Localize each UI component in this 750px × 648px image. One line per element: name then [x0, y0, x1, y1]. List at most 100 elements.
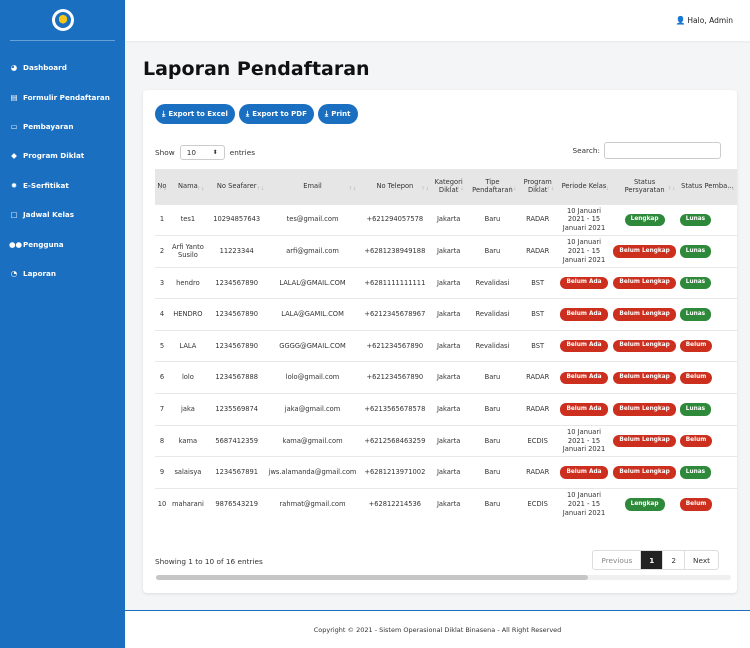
user-icon: 👤: [675, 16, 686, 25]
users-icon: ●●: [9, 239, 23, 249]
cell-tipe: Baru: [466, 203, 519, 236]
status-badge: Belum Ada: [560, 371, 608, 385]
cell-no: 9: [155, 456, 169, 489]
status-badge: Lunas: [679, 308, 712, 321]
sort-icon: ↑↓: [546, 186, 555, 193]
cell-no: 2: [155, 235, 169, 268]
sidebar-item-label: Formulir Pendaftaran: [23, 92, 110, 102]
cell-tipe: Revalidasi: [466, 329, 519, 362]
entries-select[interactable]: 10 ⬍: [179, 145, 225, 160]
download-icon: ⤓: [245, 109, 250, 118]
cell-email: LALAL@GMAIL.COM: [266, 266, 359, 299]
table-row[interactable]: 6 lolo 1234567888 lolo@gmail.com +6212345678…: [155, 361, 737, 394]
certificate-icon: ✹: [10, 180, 18, 190]
cell-nama: jaka: [168, 393, 207, 426]
cell-telepon: +6281111111111: [358, 266, 432, 299]
cell-seafarer: 1234567890: [206, 329, 267, 362]
table-row[interactable]: 7 jaka 1235569874 jaka@gmail.com +6213565678…: [155, 393, 737, 426]
cell-persyaratan: Belum Lengkap: [611, 298, 678, 331]
column-header[interactable]: No Telepon ↑↓: [358, 169, 432, 204]
column-header-label: Tipe Pendaftaran: [472, 177, 513, 195]
cell-nama: salaisya: [168, 456, 207, 489]
column-header[interactable]: Status Pemba... ↑↓: [677, 169, 737, 204]
cell-email: GGGG@GMAIL.COM: [266, 329, 359, 362]
pagination-page-1[interactable]: 1: [640, 551, 663, 569]
sidebar-item-program-diklat[interactable]: ◆ Program Diklat: [0, 141, 125, 170]
search-area: Search:: [572, 142, 721, 159]
cell-persyaratan: Belum Lengkap: [611, 424, 678, 457]
print-button[interactable]: ⤓ Print: [317, 104, 358, 124]
column-header-label: Periode Kelas: [561, 182, 607, 191]
table-row[interactable]: 8 kama 5687412359 kama@gmail.com +6212568463…: [155, 424, 737, 457]
user-menu[interactable]: 👤 Halo, Admin: [675, 16, 733, 25]
column-header[interactable]: No ↑↓: [155, 169, 169, 204]
pagination: Previous 1 2 Next: [592, 550, 719, 570]
cell-nama: kama: [168, 424, 207, 457]
column-header[interactable]: Program Diklat ↑↓: [518, 169, 557, 204]
cell-tipe: Revalidasi: [466, 266, 519, 299]
status-badge: Belum Lengkap: [613, 308, 676, 321]
sidebar-item-laporan[interactable]: ◔ Laporan: [0, 259, 125, 288]
logo-area: [10, 0, 115, 41]
column-header[interactable]: Email ↑↓: [266, 169, 359, 204]
table-row[interactable]: 1 tes1 10294857643 tes@gmail.com +6212940575…: [155, 203, 737, 236]
cell-periode: Belum Ada: [556, 329, 612, 362]
cell-tipe: Baru: [466, 393, 519, 426]
chart-pie-icon: ◔: [10, 268, 18, 278]
sort-icon: ↑↓: [726, 186, 735, 193]
sidebar-item-pengguna[interactable]: ●● Pengguna: [0, 229, 125, 258]
search-input[interactable]: [604, 142, 721, 159]
cell-no: 1: [155, 203, 169, 236]
status-badge: Belum Lengkap: [613, 371, 676, 385]
column-header[interactable]: Kategori Diklat ↑↓: [431, 169, 467, 204]
sidebar-item-label: Pengguna: [23, 239, 64, 249]
export-toolbar: ⤓ Export to Excel ⤓ Export to PDF ⤓ Print: [155, 104, 358, 124]
user-label: Halo, Admin: [687, 16, 733, 25]
sort-icon: ↑↓: [455, 186, 465, 193]
cell-kategori: Jakarta: [431, 298, 467, 331]
cell-periode: 10 Januari 2021 - 15 Januari 2021: [556, 203, 612, 236]
column-header[interactable]: Nama ↑↓: [168, 169, 207, 204]
sidebar-item-dashboard[interactable]: ◕ Dashboard: [0, 53, 125, 82]
column-header[interactable]: No Seafarer ↑↓: [206, 169, 267, 204]
cell-periode: 10 Januari 2021 - 15 Januari 2021: [556, 424, 612, 457]
status-badge: Belum: [679, 434, 713, 448]
column-header[interactable]: Status Persyaratan ↑↓: [611, 169, 678, 204]
export-excel-button[interactable]: ⤓ Export to Excel: [155, 104, 235, 124]
cell-email: tes@gmail.com: [266, 203, 359, 236]
logo-icon[interactable]: [51, 9, 74, 31]
pagination-previous[interactable]: Previous: [593, 551, 640, 569]
form-icon: ▤: [10, 92, 18, 102]
sidebar-item-pembayaran[interactable]: ▭ Pembayaran: [0, 112, 125, 141]
sidebar-item-formulir-pendaftaran[interactable]: ▤ Formulir Pendaftaran: [0, 82, 125, 111]
table-row[interactable]: 10 maharani 9876543219 rahmat@gmail.com +628…: [155, 487, 737, 520]
status-badge: Lengkap: [624, 213, 665, 227]
table-row[interactable]: 9 salaisya 1234567891 jws.alamanda@gmail.co…: [155, 456, 737, 489]
dashboard-icon: ◕: [10, 63, 18, 73]
pagination-next[interactable]: Next: [684, 551, 718, 569]
table-row[interactable]: 3 hendro 1234567890 LALAL@GMAIL.COM +6281111…: [155, 266, 737, 299]
cell-pembayaran: Lunas: [677, 393, 737, 426]
topbar: 👤 Halo, Admin: [125, 0, 750, 41]
print-label: Print: [331, 110, 351, 118]
cell-telepon: +621294057578: [358, 203, 432, 236]
sidebar-item-jadwal-kelas[interactable]: ▢ Jadwal Kelas: [0, 200, 125, 229]
status-badge: Lunas: [679, 276, 712, 290]
table-row[interactable]: 4 HENDRO 1234567890 LALA@GAMIL.COM +62123456…: [155, 298, 737, 331]
sidebar-item-e-serfitikat[interactable]: ✹ E-Serfitikat: [0, 171, 125, 200]
export-pdf-button[interactable]: ⤓ Export to PDF: [238, 104, 314, 124]
table-row[interactable]: 2 Arfi Yanto Susilo 11223344 arfi@gmail.com…: [155, 235, 737, 268]
scrollbar-thumb[interactable]: [156, 575, 588, 580]
cell-pembayaran: Belum: [677, 487, 737, 520]
pagination-page-2[interactable]: 2: [662, 551, 684, 569]
column-header[interactable]: Tipe Pendaftaran ↑↓: [466, 169, 519, 204]
sidebar-item-label: Program Diklat: [23, 151, 85, 161]
table-row[interactable]: 5 LALA 1234567890 GGGG@GMAIL.COM +6212345678…: [155, 329, 737, 362]
column-header[interactable]: Periode Kelas ↑↓: [556, 169, 612, 204]
cell-kategori: Jakarta: [431, 456, 467, 489]
cell-persyaratan: Belum Lengkap: [611, 456, 678, 489]
status-badge: Belum Lengkap: [613, 245, 676, 258]
horizontal-scrollbar[interactable]: [156, 575, 731, 580]
cell-telepon: +6281238949188: [358, 235, 432, 268]
cell-no: 7: [155, 393, 169, 426]
